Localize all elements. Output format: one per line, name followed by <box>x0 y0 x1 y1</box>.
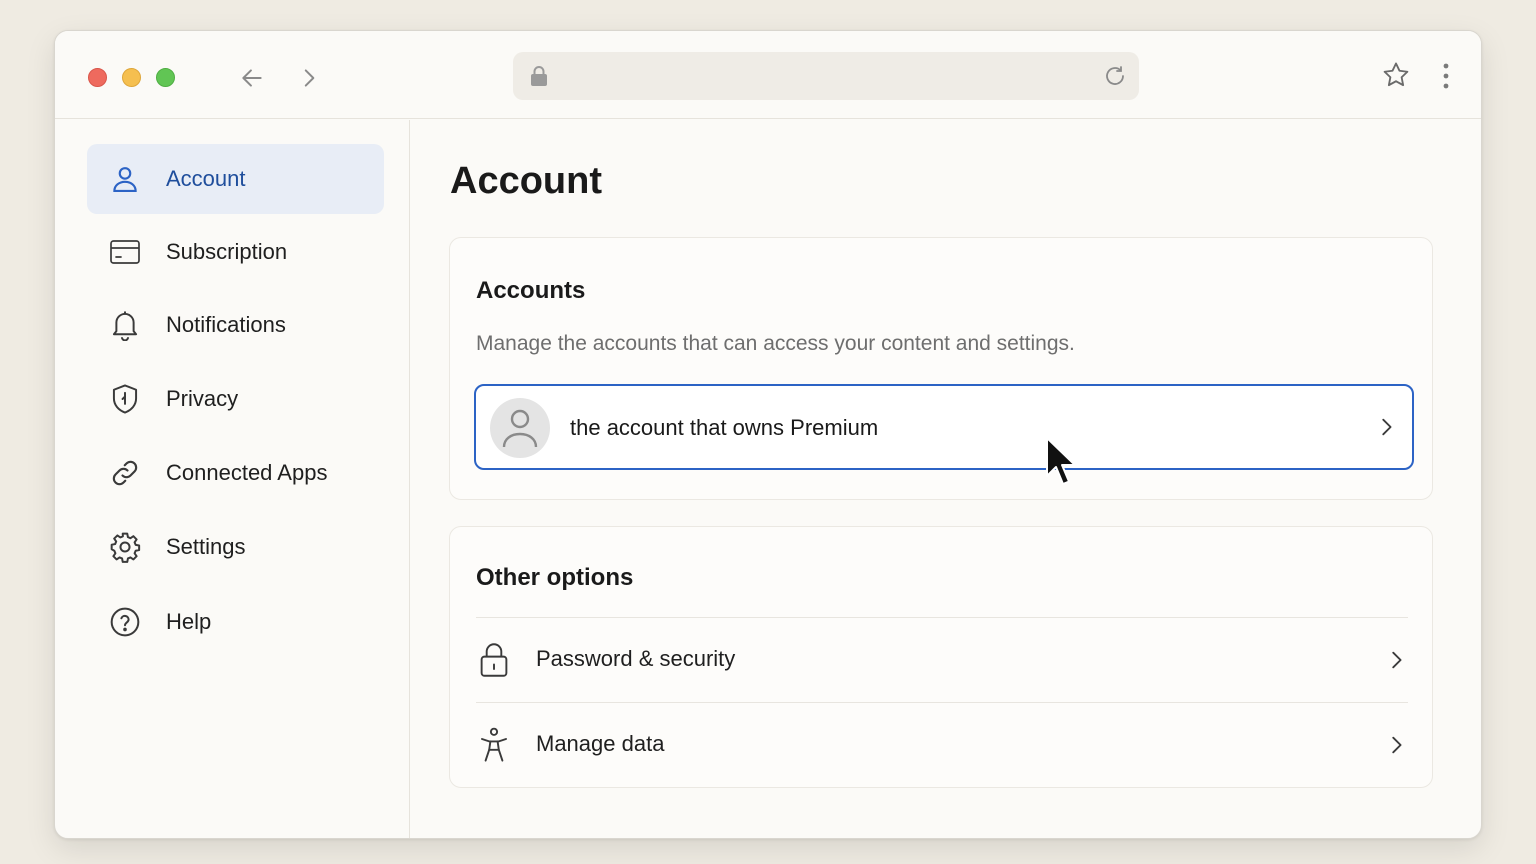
arrow-left-icon <box>242 69 262 87</box>
browser-toolbar <box>55 31 1481 119</box>
lock-icon <box>529 65 549 92</box>
lock-icon <box>476 642 512 678</box>
account-row[interactable]: the account that owns Premium <box>474 384 1414 470</box>
address-bar[interactable] <box>513 52 1139 100</box>
other-options-card: Other options Password & security Manage… <box>449 526 1433 788</box>
user-icon <box>109 163 141 195</box>
account-label: the account that owns Premium <box>570 415 879 440</box>
sidebar-item-privacy[interactable]: Privacy <box>87 364 384 434</box>
option-manage-data[interactable]: Manage data <box>476 703 1408 787</box>
chevron-right-icon <box>1384 733 1408 757</box>
forward-button[interactable] <box>293 62 325 94</box>
main-content: Account Accounts Manage the accounts tha… <box>411 120 1481 838</box>
option-label: Password & security <box>536 646 736 671</box>
gear-icon <box>109 531 141 563</box>
sidebar-item-settings[interactable]: Settings <box>87 512 384 582</box>
link-icon <box>109 457 141 489</box>
sidebar-item-label: Privacy <box>166 386 239 411</box>
maximize-window-button[interactable] <box>156 68 175 87</box>
sidebar-item-label: Connected Apps <box>166 460 328 485</box>
bell-icon <box>109 309 141 341</box>
reload-icon[interactable] <box>1103 64 1127 93</box>
sidebar-item-notifications[interactable]: Notifications <box>87 290 384 360</box>
sidebar-item-subscription[interactable]: Subscription <box>87 217 384 287</box>
browser-window: Account Subscription Notifications Priva… <box>54 30 1482 839</box>
sidebar-item-connected-apps[interactable]: Connected Apps <box>87 438 384 508</box>
accessibility-icon <box>476 727 512 763</box>
shield-icon <box>109 383 141 415</box>
chevron-right-icon <box>1374 415 1398 439</box>
sidebar-item-account[interactable]: Account <box>87 144 384 214</box>
credit-card-icon <box>109 236 141 268</box>
accounts-card-description: Manage the accounts that can access your… <box>476 332 1075 355</box>
avatar <box>490 398 550 458</box>
minimize-window-button[interactable] <box>122 68 141 87</box>
sidebar-item-label: Subscription <box>166 239 288 264</box>
back-button[interactable] <box>236 62 268 94</box>
sidebar-item-label: Settings <box>166 534 246 559</box>
sidebar-item-help[interactable]: Help <box>87 587 384 657</box>
close-window-button[interactable] <box>88 68 107 87</box>
accounts-card-title: Accounts <box>476 277 586 304</box>
option-password-security[interactable]: Password & security <box>476 618 1408 702</box>
option-label: Manage data <box>536 731 665 756</box>
kebab-menu-icon[interactable] <box>1436 60 1456 97</box>
sidebar-item-label: Notifications <box>166 312 286 337</box>
star-icon[interactable] <box>1381 60 1411 95</box>
sidebar-item-label: Account <box>166 166 246 191</box>
chevron-right-icon <box>1384 648 1408 672</box>
mouse-cursor-icon <box>1046 437 1076 485</box>
accounts-card: Accounts Manage the accounts that can ac… <box>449 237 1433 500</box>
page-title: Account <box>450 160 602 202</box>
help-circle-icon <box>109 606 141 638</box>
sidebar-item-label: Help <box>166 609 212 634</box>
chevron-right-icon <box>304 69 315 87</box>
settings-sidebar: Account Subscription Notifications Priva… <box>55 120 410 838</box>
user-icon <box>502 409 538 448</box>
other-options-title: Other options <box>476 564 634 591</box>
